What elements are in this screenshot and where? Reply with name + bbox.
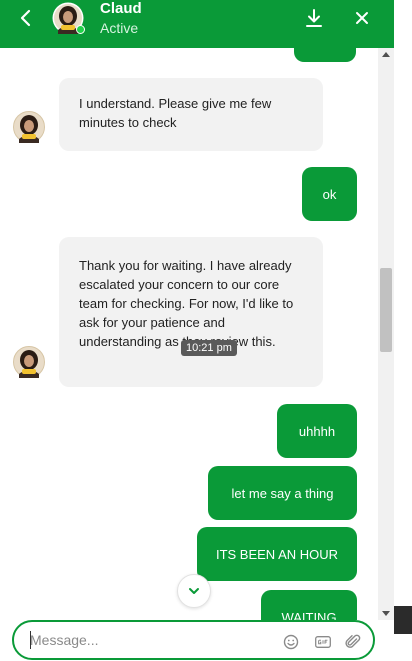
message-text: Thank you for waiting. I have already es…: [79, 258, 294, 349]
chevron-left-icon: [20, 9, 31, 27]
message-bubble-outgoing: ITS BEEN AN HOUR: [197, 527, 357, 581]
scroll-to-bottom-button[interactable]: [177, 574, 211, 608]
text-cursor: [30, 631, 31, 649]
contact-status: Active: [100, 20, 139, 36]
gif-icon: [315, 636, 331, 648]
message-bubble-incoming: Thank you for waiting. I have already es…: [59, 237, 323, 387]
scroll-down-arrow-icon[interactable]: [382, 611, 390, 616]
back-button[interactable]: [12, 6, 40, 30]
scroll-up-arrow-icon[interactable]: [382, 52, 390, 57]
agent-avatar: [13, 111, 45, 143]
message-text: WAITING: [281, 609, 337, 621]
message-input[interactable]: [30, 630, 270, 650]
message-bubble-clipped: [294, 48, 356, 62]
message-bubble-outgoing: ok: [302, 167, 357, 221]
contact-avatar: [52, 2, 85, 34]
message-bubble-outgoing: uhhhh: [277, 404, 357, 458]
chat-header: Claud Active: [0, 0, 394, 48]
close-button[interactable]: [350, 6, 374, 30]
message-bubble-incoming: I understand. Please give me few minutes…: [59, 78, 323, 151]
contact-name: Claud: [100, 0, 142, 17]
message-text: I understand. Please give me few minutes…: [79, 96, 272, 130]
message-list[interactable]: I understand. Please give me few minutes…: [0, 48, 378, 620]
message-bubble-outgoing: let me say a thing: [208, 466, 357, 520]
window-edge-dark: [394, 606, 412, 634]
download-icon: [306, 9, 322, 27]
gif-button[interactable]: [313, 632, 333, 652]
message-bubble-outgoing: WAITING: [261, 590, 357, 620]
attach-button[interactable]: [343, 632, 363, 652]
chevron-down-icon: [189, 588, 199, 594]
window-edge: [394, 0, 412, 661]
scrollbar-thumb[interactable]: [380, 268, 392, 352]
emoji-button[interactable]: [281, 632, 301, 652]
online-status-dot: [76, 25, 85, 34]
download-button[interactable]: [302, 6, 326, 30]
message-composer: [12, 620, 375, 660]
close-icon: [356, 12, 368, 24]
message-text: uhhhh: [298, 423, 336, 439]
chat-scrollbar[interactable]: [378, 48, 394, 620]
message-text: ok: [322, 186, 337, 202]
message-text: let me say a thing: [231, 485, 334, 501]
timestamp-tooltip: 10:21 pm: [181, 340, 237, 356]
emoji-icon: [283, 634, 299, 650]
message-text: ITS BEEN AN HOUR: [215, 546, 339, 562]
paperclip-icon: [345, 634, 361, 648]
agent-avatar: [13, 346, 45, 378]
